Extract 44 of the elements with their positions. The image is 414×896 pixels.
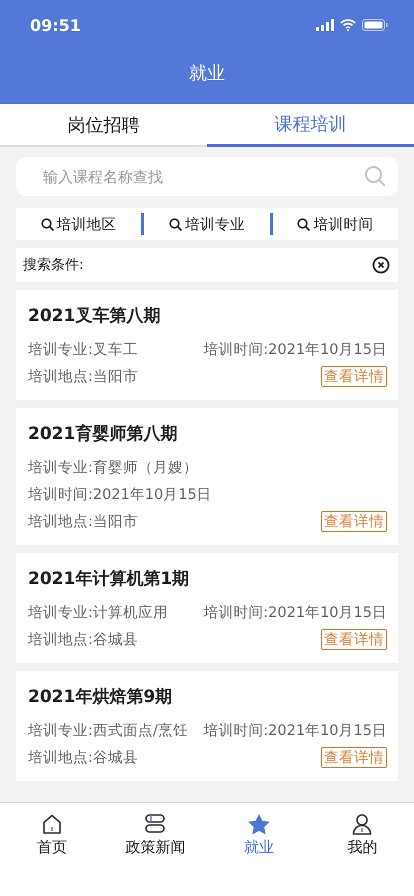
course-card[interactable]: 2021叉车第八期 培训专业:叉车工 培训时间:2021年10月15日 培训地点:当阳市 查看详情 bbox=[16, 290, 398, 400]
course-info: 培训地点:当阳市 bbox=[28, 512, 138, 531]
search-icon bbox=[40, 218, 54, 230]
course-info: 培训时间:2021年10月15日 bbox=[203, 722, 387, 740]
star-icon bbox=[246, 813, 271, 835]
home-icon bbox=[40, 813, 63, 835]
search-icon bbox=[364, 165, 386, 187]
course-info: 培训专业:西式面点/烹饪 bbox=[28, 722, 188, 740]
course-info: 培训专业:计算机应用 bbox=[28, 604, 168, 622]
nav-item[interactable]: 我的 bbox=[310, 813, 414, 857]
status-time: 09:51 bbox=[30, 16, 81, 34]
conditions-label: 搜索条件: bbox=[23, 256, 84, 274]
page-title: 就业 bbox=[188, 62, 226, 86]
filter-button[interactable]: 培训时间 bbox=[272, 214, 398, 234]
battery-icon bbox=[362, 19, 388, 31]
course-info: 培训地点:当阳市 bbox=[28, 368, 138, 386]
course-info: 培训专业:育婴师（月嫂） bbox=[28, 458, 198, 477]
course-card[interactable]: 2021年烘焙第9期 培训专业:西式面点/烹饪 培训时间:2021年10月15日 培训地点:谷城县 查看详情 bbox=[16, 671, 398, 781]
search-icon bbox=[168, 218, 182, 230]
search-icon bbox=[297, 218, 310, 230]
course-title: 2021育婴师第八期 bbox=[28, 423, 178, 445]
person-icon bbox=[351, 813, 374, 835]
course-card[interactable]: 2021育婴师第八期 培训专业:育婴师（月嫂） 培训时间:2021年10月15日 培训地点:当阳市 查看详情 bbox=[16, 408, 398, 545]
course-info: 培训时间:2021年10月15日 bbox=[28, 486, 212, 504]
course-info: 培训地点:谷城县 bbox=[28, 748, 138, 767]
close-icon bbox=[372, 256, 390, 274]
search-field[interactable]: 输入课程名称查找 bbox=[16, 157, 398, 196]
course-title: 2021叉车第八期 bbox=[28, 305, 162, 327]
course-info: 培训时间:2021年10月15日 bbox=[203, 340, 387, 359]
clear-button[interactable] bbox=[372, 256, 390, 274]
course-title: 2021年烘焙第9期 bbox=[28, 686, 174, 708]
course-info: 培训地点:谷城县 bbox=[28, 630, 138, 649]
nav-item[interactable]: 首页 bbox=[0, 813, 104, 857]
course-info: 培训专业:叉车工 bbox=[28, 340, 138, 359]
course-info: 培训时间:2021年10月15日 bbox=[203, 604, 387, 622]
course-title: 2021年计算机第1期 bbox=[28, 568, 190, 590]
nav-item[interactable]: 政策新闻 bbox=[104, 813, 207, 857]
filter-button[interactable]: 培训专业 bbox=[144, 214, 270, 234]
nav-item[interactable]: 就业 bbox=[207, 813, 310, 857]
wifi-icon bbox=[340, 19, 356, 31]
books-icon bbox=[143, 813, 168, 835]
filter-button[interactable]: 培训地区 bbox=[16, 214, 142, 234]
course-card[interactable]: 2021年计算机第1期 培训专业:计算机应用 培训时间:2021年10月15日 培训地点:谷城县 查看详情 bbox=[16, 553, 398, 663]
signal-icon bbox=[316, 19, 334, 31]
